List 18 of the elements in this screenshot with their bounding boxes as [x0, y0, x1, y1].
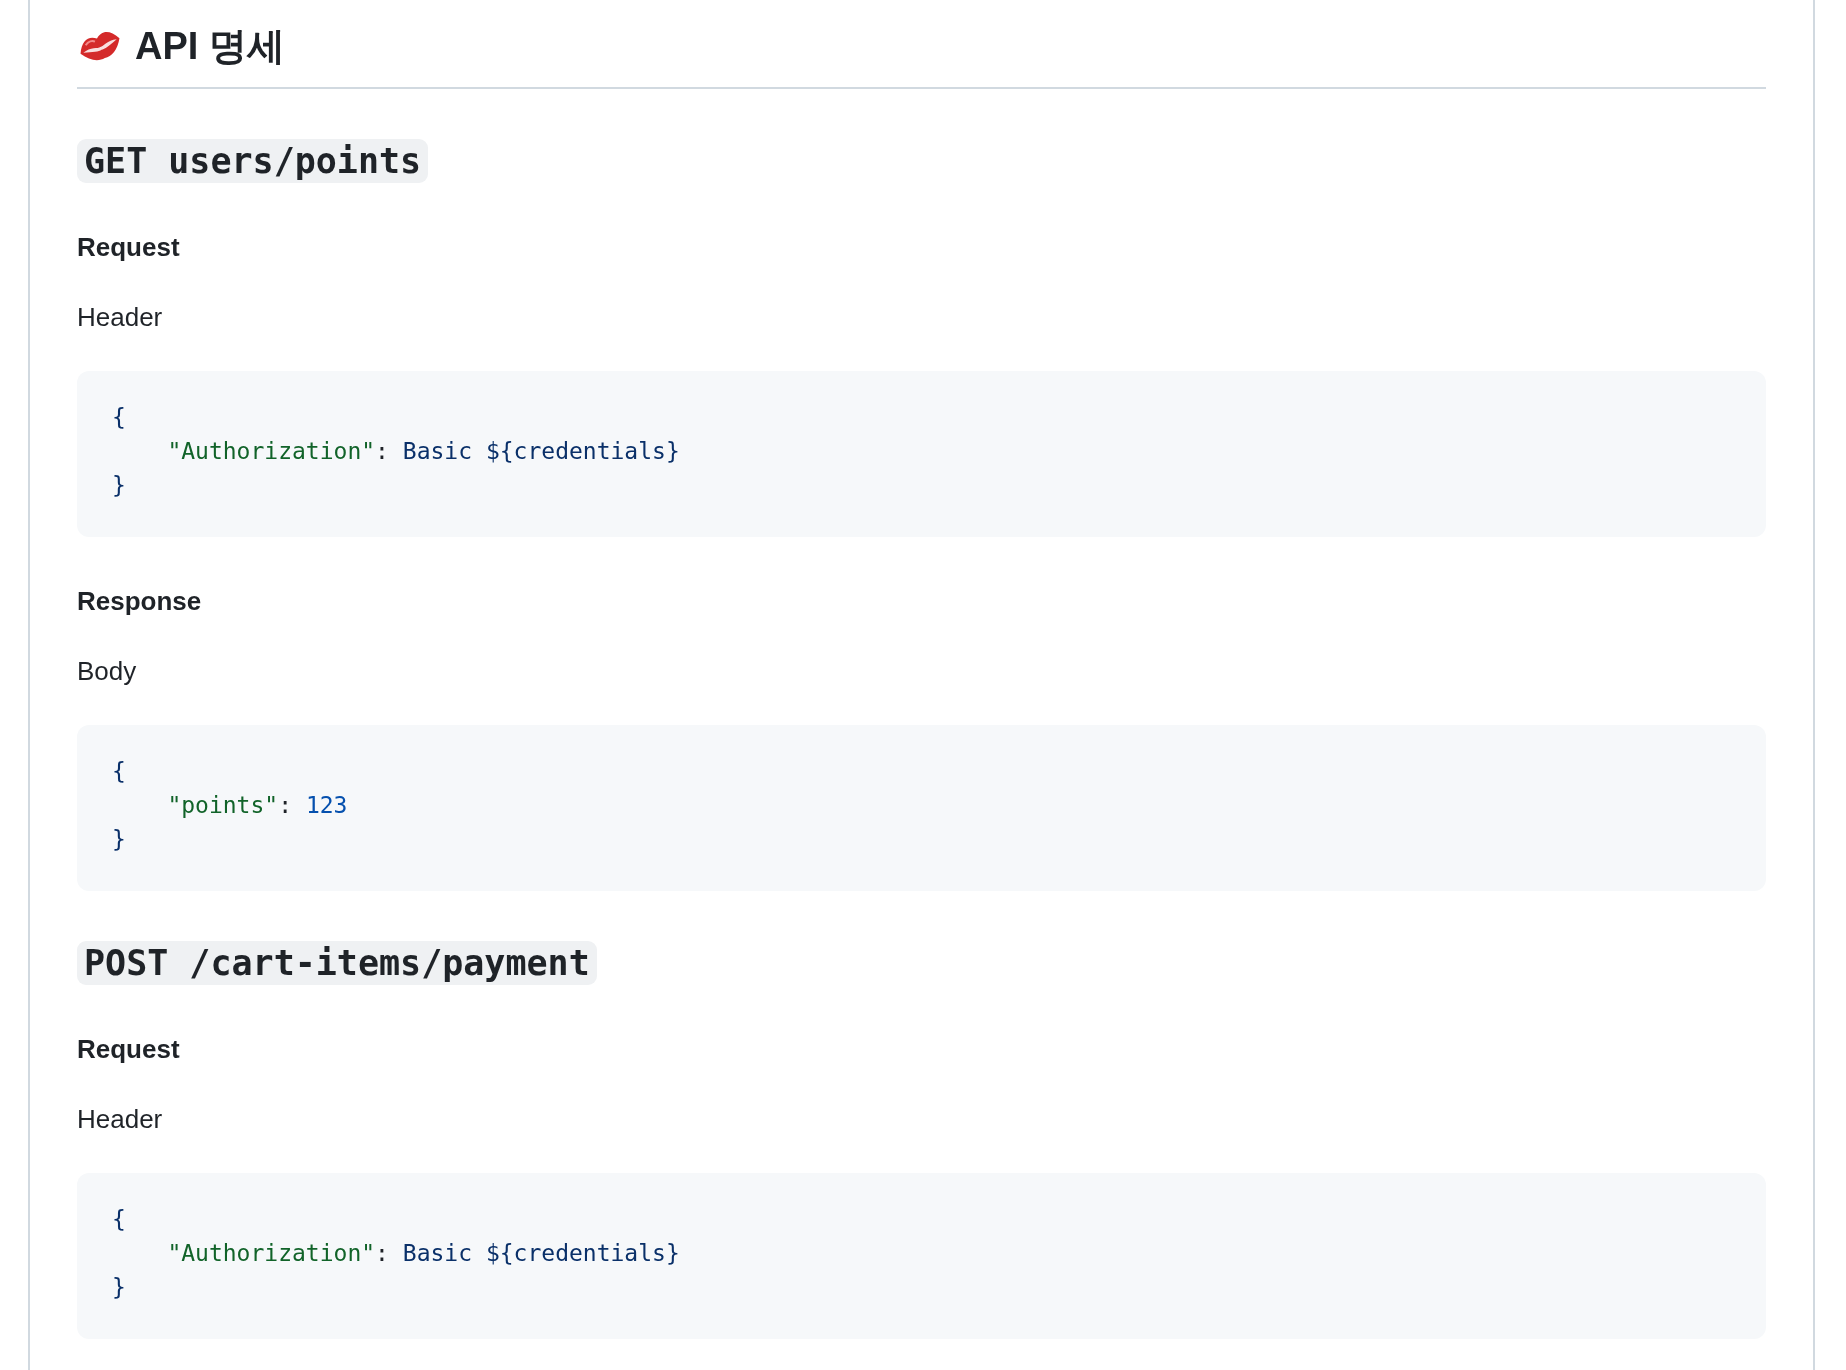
code-line: {	[112, 403, 126, 432]
code-line: {	[112, 1205, 126, 1234]
endpoint-heading: GET users/points	[77, 139, 429, 183]
code-line: "Authorization": Basic ${credentials}	[166, 437, 680, 466]
code-line: }	[112, 825, 126, 854]
endpoint-heading: POST /cart-items/payment	[77, 941, 597, 985]
label-text: Header	[77, 301, 163, 334]
label-text: Body	[77, 655, 137, 688]
code-line: }	[112, 1273, 126, 1302]
page-title: API 명세	[135, 24, 285, 69]
code-line: {	[112, 757, 126, 786]
code-line: "points": 123	[166, 791, 348, 820]
section-heading: Request	[77, 1033, 180, 1066]
label-text: Header	[77, 1103, 163, 1136]
code-line: }	[112, 471, 126, 500]
section-heading: Request	[77, 231, 180, 264]
code-line: "Authorization": Basic ${credentials}	[166, 1239, 680, 1268]
section-heading: Response	[77, 585, 202, 618]
